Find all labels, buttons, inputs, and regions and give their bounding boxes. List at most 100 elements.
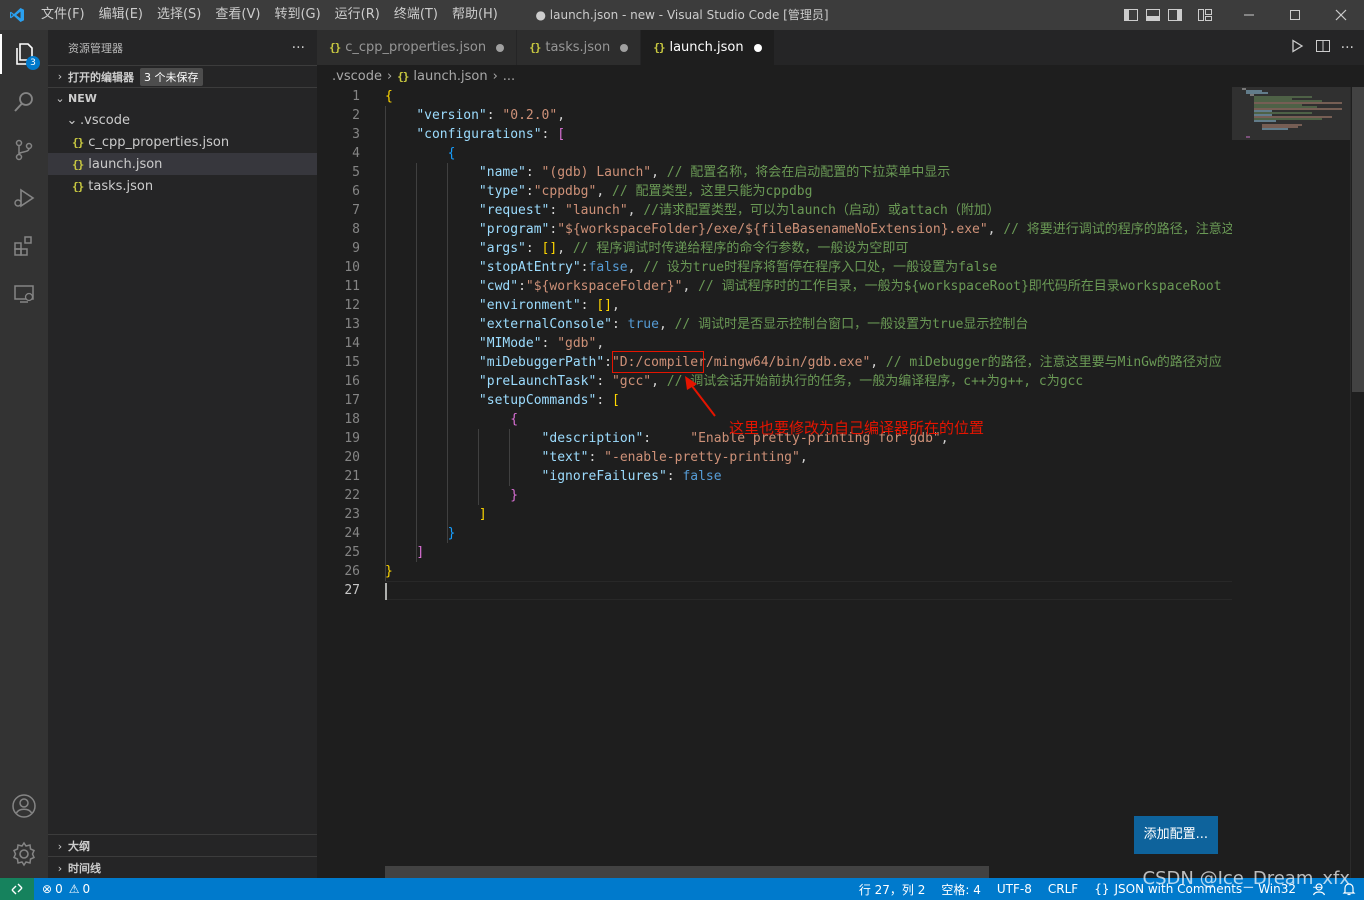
code-line[interactable]: ] [385,505,1232,524]
unsaved-dot-icon[interactable] [753,43,762,52]
minimap-slider[interactable] [1232,87,1350,140]
folder-section[interactable]: ⌄ NEW [48,87,317,109]
outline-section[interactable]: › 大纲 [48,834,317,857]
menu-item[interactable]: 终端(T) [387,0,445,30]
indent-guide [385,106,386,581]
code-line[interactable]: "externalConsole": true, // 调试时是否显示控制台窗口… [385,315,1232,334]
remote-explorer-icon[interactable] [0,270,48,318]
remote-indicator-icon[interactable] [0,878,34,900]
split-editor-icon[interactable] [1315,38,1331,58]
maximize-icon[interactable] [1272,0,1318,30]
files-icon[interactable]: 3 [0,30,48,78]
code-line[interactable]: "cwd":"${workspaceFolder}", // 调试程序时的工作目… [385,277,1232,296]
platform[interactable]: Win32 [1250,878,1304,900]
run-debug-icon[interactable] [0,174,48,222]
minimize-icon[interactable] [1226,0,1272,30]
vertical-scrollbar[interactable] [1350,87,1364,878]
add-configuration-button[interactable]: 添加配置... [1133,816,1218,854]
menu-item[interactable]: 选择(S) [150,0,208,30]
unsaved-dot-icon[interactable] [620,43,629,52]
indentation[interactable]: 空格: 4 [933,878,989,900]
json-file-icon: {} [329,41,341,54]
line-number: 18 [344,412,360,427]
code-line[interactable]: "ignoreFailures": false [385,467,1232,486]
code-line[interactable]: "name": "(gdb) Launch", // 配置名称，将会在启动配置的… [385,163,1232,182]
line-number: 12 [344,298,360,313]
code-line[interactable]: ] [385,543,1232,562]
code-editor[interactable]: 1 2 3 4 5 6 7 8 9 10 11 12 13 14 15 16 17 18 19 20 21 22 23 24 2… [317,87,1232,878]
code-line[interactable]: } [385,486,1232,505]
menu-item[interactable]: 运行(R) [328,0,387,30]
code-line[interactable]: "MIMode": "gdb", [385,334,1232,353]
close-window-icon[interactable] [1318,0,1364,30]
menu-item[interactable]: 编辑(E) [92,0,150,30]
code-line[interactable]: "args": [], // 程序调试时传递给程序的命令行参数，一般设为空即可 [385,239,1232,258]
tab-tasks[interactable]: {} tasks.json [517,30,642,65]
toggle-primary-sidebar-icon[interactable] [1120,0,1142,30]
tree-file-selected[interactable]: {} launch.json [48,153,317,175]
code-line[interactable]: "setupCommands": [ [385,391,1232,410]
horizontal-scrollbar[interactable] [385,866,989,878]
code-line[interactable] [385,581,1232,600]
minimap[interactable] [1232,87,1350,878]
code-line[interactable]: } [385,524,1232,543]
code-line[interactable]: } [385,562,1232,581]
code-line[interactable]: "preLaunchTask": "gcc", // 调试会话开始前执行的任务，… [385,372,1232,391]
open-editors-section[interactable]: › 打开的编辑器 3 个未保存 [48,65,317,87]
customize-layout-icon[interactable] [1194,0,1216,30]
annotation-arrow-icon [685,376,716,417]
tree-file[interactable]: {} c_cpp_properties.json [48,131,317,153]
search-icon[interactable] [0,78,48,126]
code-line[interactable]: "environment": [], [385,296,1232,315]
account-icon[interactable] [0,782,48,830]
indent-guide [478,429,479,505]
code-line[interactable]: "type":"cppdbg", // 配置类型，这里只能为cppdbg [385,182,1232,201]
menu-item[interactable]: 帮助(H) [445,0,505,30]
menu-item[interactable]: 文件(F) [34,0,92,30]
run-icon[interactable] [1289,38,1305,58]
code-line[interactable]: "miDebuggerPath":"D:/compiler/mingw64/bi… [385,353,1232,372]
warning-count: 0 [82,882,91,896]
line-number: 9 [352,241,360,256]
problems-indicator[interactable]: ⊗ 0 ⚠ 0 [34,878,98,900]
explorer-title: 资源管理器 [68,41,123,55]
code-area[interactable]: { "version": "0.2.0", "configurations": … [385,87,1232,600]
source-control-icon[interactable] [0,126,48,174]
tab-launch[interactable]: {} launch.json [641,30,775,65]
code-line[interactable]: { [385,144,1232,163]
chevron-right-icon: › [57,70,63,83]
code-line[interactable]: "version": "0.2.0", [385,106,1232,125]
breadcrumb-folder[interactable]: .vscode [332,69,382,84]
toggle-panel-icon[interactable] [1142,0,1164,30]
more-actions-icon[interactable]: ··· [1341,40,1354,56]
line-number: 27 [344,583,360,598]
code-line[interactable]: "text": "-enable-pretty-printing", [385,448,1232,467]
code-line[interactable]: "program":"${workspaceFolder}/exe/${file… [385,220,1232,239]
annotation-text: 这里也要修改为自己编译器所在的位置 [729,419,985,437]
code-line[interactable]: "request": "launch", //请求配置类型，可以为launch（… [385,201,1232,220]
unsaved-dot-icon[interactable] [496,43,505,52]
notifications-bell-icon[interactable] [1334,878,1364,900]
code-line[interactable]: "configurations": [ [385,125,1232,144]
explorer-more-actions[interactable]: ··· [292,40,305,56]
breadcrumb-file[interactable]: launch.json [413,69,487,84]
encoding[interactable]: UTF-8 [989,878,1040,900]
tree-file[interactable]: {} tasks.json [48,175,317,197]
explorer-badge: 3 [26,56,40,70]
language-mode[interactable]: {} JSON with Comments [1086,878,1250,900]
toggle-secondary-sidebar-icon[interactable] [1164,0,1186,30]
breadcrumb-more[interactable]: ... [503,69,515,84]
settings-gear-icon[interactable] [0,830,48,878]
tab-c-cpp-properties[interactable]: {} c_cpp_properties.json [317,30,518,65]
code-line[interactable]: "stopAtEntry":false, // 设为true时程序将暂停在程序入… [385,258,1232,277]
feedback-icon[interactable] [1304,878,1334,900]
menu-item[interactable]: 查看(V) [208,0,267,30]
tree-folder-vscode[interactable]: ⌄ .vscode [48,109,317,131]
line-ending[interactable]: CRLF [1040,878,1086,900]
menu-item[interactable]: 转到(G) [267,0,327,30]
code-line[interactable]: { [385,87,1232,106]
cursor-position[interactable]: 行 27，列 2 [851,878,934,900]
timeline-section[interactable]: › 时间线 [48,856,317,879]
extensions-icon[interactable] [0,222,48,270]
scrollbar-thumb[interactable] [1352,87,1364,392]
